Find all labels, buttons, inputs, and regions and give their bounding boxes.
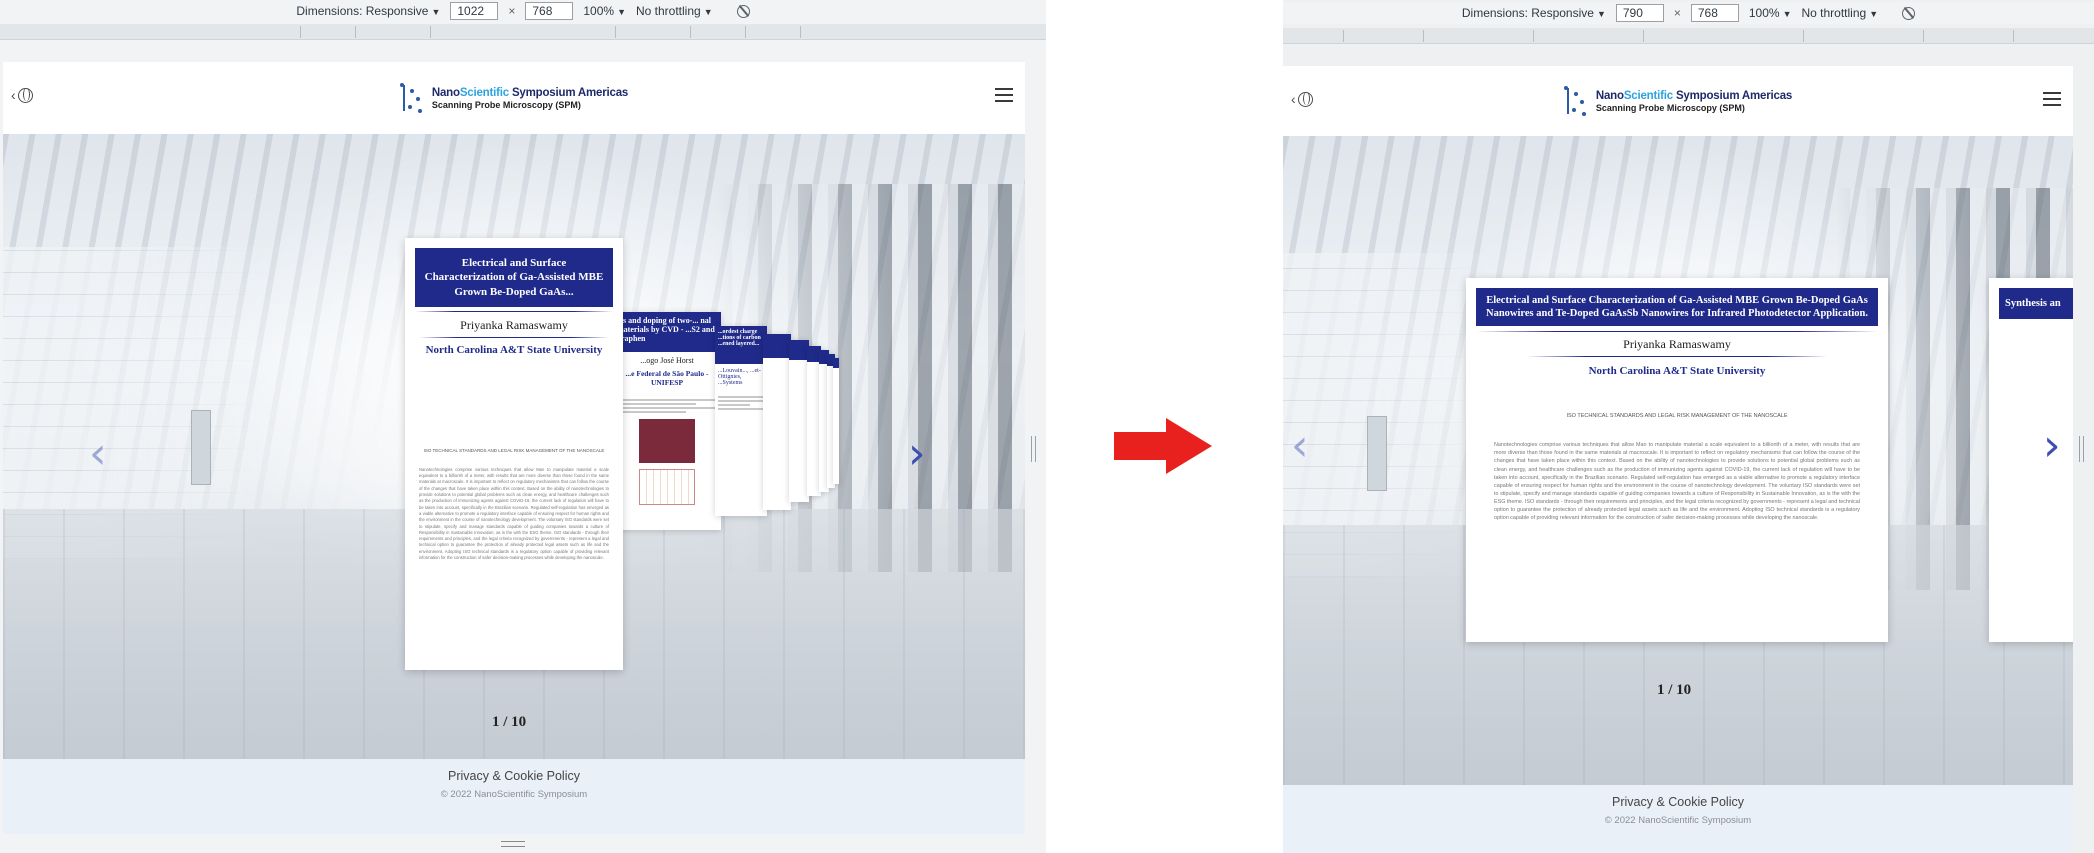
throttling-dropdown[interactable]: No throttling ▼ bbox=[1802, 6, 1879, 20]
dropdown-arrow-icon: ▼ bbox=[1869, 9, 1879, 19]
height-input[interactable]: 768 bbox=[525, 2, 574, 20]
carousel-prev-button[interactable]: ‹ bbox=[89, 432, 113, 476]
logo-mark-icon bbox=[1563, 86, 1588, 116]
height-input[interactable]: 768 bbox=[1690, 4, 1739, 22]
poster-title: Synthesis an bbox=[1999, 288, 2073, 319]
devtools-pane-right: Dimensions: Responsive ▼ 790 × 768 100% ▼ … bbox=[1283, 0, 2094, 853]
slide-counter: 1 / 10 bbox=[1657, 682, 1692, 698]
dropdown-arrow-icon: ▼ bbox=[1782, 9, 1792, 19]
dropdown-arrow-icon: ▼ bbox=[1596, 9, 1606, 19]
poster-card-current[interactable]: Electrical and Surface Characterization … bbox=[405, 238, 623, 670]
poster-body: Nanotechnologies comprise various techni… bbox=[1494, 442, 1860, 522]
poster-chart bbox=[639, 469, 695, 505]
hallway-background: ...s and doping of two-... nal materials… bbox=[3, 134, 1025, 759]
privacy-link[interactable]: Privacy & Cookie Policy bbox=[3, 769, 1025, 783]
right-arrow-icon bbox=[1114, 418, 1212, 474]
poster-subheading: ISO TECHNICAL STANDARDS AND LEGAL RISK M… bbox=[1566, 413, 1788, 420]
poster-author: ...ogo José Horst bbox=[640, 356, 694, 365]
media-query-ruler[interactable] bbox=[1283, 28, 2094, 44]
copyright: © 2022 NanoScientific Symposium bbox=[440, 789, 588, 800]
site-header: ‹ NanoScientific Symposium Americas Scan… bbox=[1283, 66, 2073, 136]
poster-institution: North Carolina A&T State University bbox=[1588, 365, 1766, 378]
poster-institution: North Carolina A&T State University bbox=[425, 343, 603, 356]
poster-title: ...ordest charge ...tions of carbon ...e… bbox=[715, 326, 767, 364]
logo-mark-icon bbox=[399, 83, 424, 113]
site-header: ‹ NanoScientific Symposium Americas Scan… bbox=[3, 62, 1025, 134]
resize-handle-right[interactable] bbox=[2079, 436, 2084, 462]
poster-institution: ...Louvain..., ...et-Ottignies, ...Syste… bbox=[718, 368, 761, 386]
logo-title: NanoScientific Symposium Americas bbox=[431, 86, 629, 99]
resize-handle-right[interactable] bbox=[1031, 436, 1036, 462]
width-input[interactable]: 790 bbox=[1615, 4, 1664, 22]
back-link[interactable]: ‹ bbox=[1291, 91, 1313, 107]
times-sign: × bbox=[508, 4, 516, 18]
hallway-background: Electrical and Surface Characterization … bbox=[1283, 136, 2073, 785]
width-input[interactable]: 1022 bbox=[450, 2, 499, 20]
carousel-next-button[interactable]: › bbox=[2043, 424, 2067, 468]
rotate-icon[interactable] bbox=[736, 4, 750, 18]
dropdown-arrow-icon: ▼ bbox=[431, 7, 441, 17]
site-logo[interactable]: NanoScientific Symposium Americas Scanni… bbox=[399, 83, 629, 113]
throttling-dropdown[interactable]: No throttling ▼ bbox=[636, 4, 713, 18]
back-link[interactable]: ‹ bbox=[11, 87, 33, 103]
carousel-next-button[interactable]: › bbox=[908, 432, 932, 476]
privacy-link[interactable]: Privacy & Cookie Policy bbox=[1283, 795, 2073, 809]
device-toolbar: Dimensions: Responsive ▼ 790 × 768 100% ▼ … bbox=[1283, 2, 2094, 24]
menu-icon[interactable] bbox=[2043, 92, 2061, 106]
chevron-left-icon: ‹ bbox=[11, 87, 16, 103]
dimensions-dropdown[interactable]: Dimensions: Responsive ▼ bbox=[296, 4, 440, 18]
poster-author: Priyanka Ramaswamy bbox=[1623, 337, 1731, 352]
zoom-dropdown[interactable]: 100% ▼ bbox=[583, 4, 626, 18]
logo-title: NanoScientific Symposium Americas bbox=[1595, 89, 1793, 102]
poster-card-next[interactable]: ...s and doping of two-... nal materials… bbox=[613, 312, 721, 530]
globe-icon bbox=[1297, 91, 1313, 107]
poster-card-stack[interactable] bbox=[833, 358, 839, 484]
site-logo[interactable]: NanoScientific Symposium Americas Scanni… bbox=[1563, 86, 1793, 116]
poster-title: Electrical and Surface Characterization … bbox=[1476, 288, 1878, 327]
poster-body: Nanotechnologies comprise various techni… bbox=[419, 466, 609, 561]
times-sign: × bbox=[1673, 6, 1681, 20]
poster-title: Electrical and Surface Characterization … bbox=[415, 248, 613, 307]
poster-card-current[interactable]: Electrical and Surface Characterization … bbox=[1466, 278, 1888, 642]
carousel-prev-button[interactable]: ‹ bbox=[1291, 424, 1315, 468]
poster-card-third[interactable]: ...ordest charge ...tions of carbon ...e… bbox=[715, 326, 767, 516]
device-toolbar: Dimensions: Responsive ▼ 1022 × 768 100% ▼… bbox=[0, 0, 1046, 22]
globe-icon bbox=[17, 87, 33, 103]
dropdown-arrow-icon: ▼ bbox=[703, 7, 713, 17]
logo-subtitle: Scanning Probe Microscopy (SPM) bbox=[1595, 102, 1745, 113]
page-viewport: ‹ NanoScientific Symposium Americas Scan… bbox=[3, 62, 1025, 834]
poster-title: ...s and doping of two-... nal materials… bbox=[613, 312, 721, 352]
logo-subtitle: Scanning Probe Microscopy (SPM) bbox=[431, 99, 581, 110]
slide-counter: 1 / 10 bbox=[492, 714, 527, 730]
poster-author: Priyanka Ramaswamy bbox=[460, 317, 568, 332]
screen: Dimensions: Responsive ▼ 1022 × 768 100% ▼… bbox=[0, 0, 2094, 853]
dropdown-arrow-icon: ▼ bbox=[617, 7, 626, 17]
zoom-dropdown[interactable]: 100% ▼ bbox=[1749, 6, 1792, 20]
dimensions-dropdown[interactable]: Dimensions: Responsive ▼ bbox=[1462, 6, 1606, 20]
copyright: © 2022 NanoScientific Symposium bbox=[1604, 815, 1752, 826]
rotate-icon[interactable] bbox=[1902, 6, 1916, 20]
poster-card-stack[interactable] bbox=[763, 334, 791, 510]
poster-subheading: ISO TECHNICAL STANDARDS AND LEGAL RISK M… bbox=[423, 447, 605, 453]
site-footer: Privacy & Cookie Policy © 2022 NanoScien… bbox=[1283, 785, 2073, 853]
menu-icon[interactable] bbox=[995, 88, 1013, 102]
resize-handle-bottom[interactable] bbox=[501, 841, 525, 847]
poster-card-stack[interactable] bbox=[789, 340, 809, 502]
page-viewport: ‹ NanoScientific Symposium Americas Scan… bbox=[1283, 66, 2073, 853]
poster-image bbox=[639, 419, 695, 463]
poster-institution: ...e Federal de São Paulo - UNIFESP bbox=[625, 369, 709, 387]
chevron-left-icon: ‹ bbox=[1291, 91, 1296, 107]
site-footer: Privacy & Cookie Policy © 2022 NanoScien… bbox=[3, 759, 1025, 834]
devtools-pane-left: Dimensions: Responsive ▼ 1022 × 768 100% ▼… bbox=[0, 0, 1046, 853]
media-query-ruler[interactable] bbox=[0, 24, 1046, 40]
